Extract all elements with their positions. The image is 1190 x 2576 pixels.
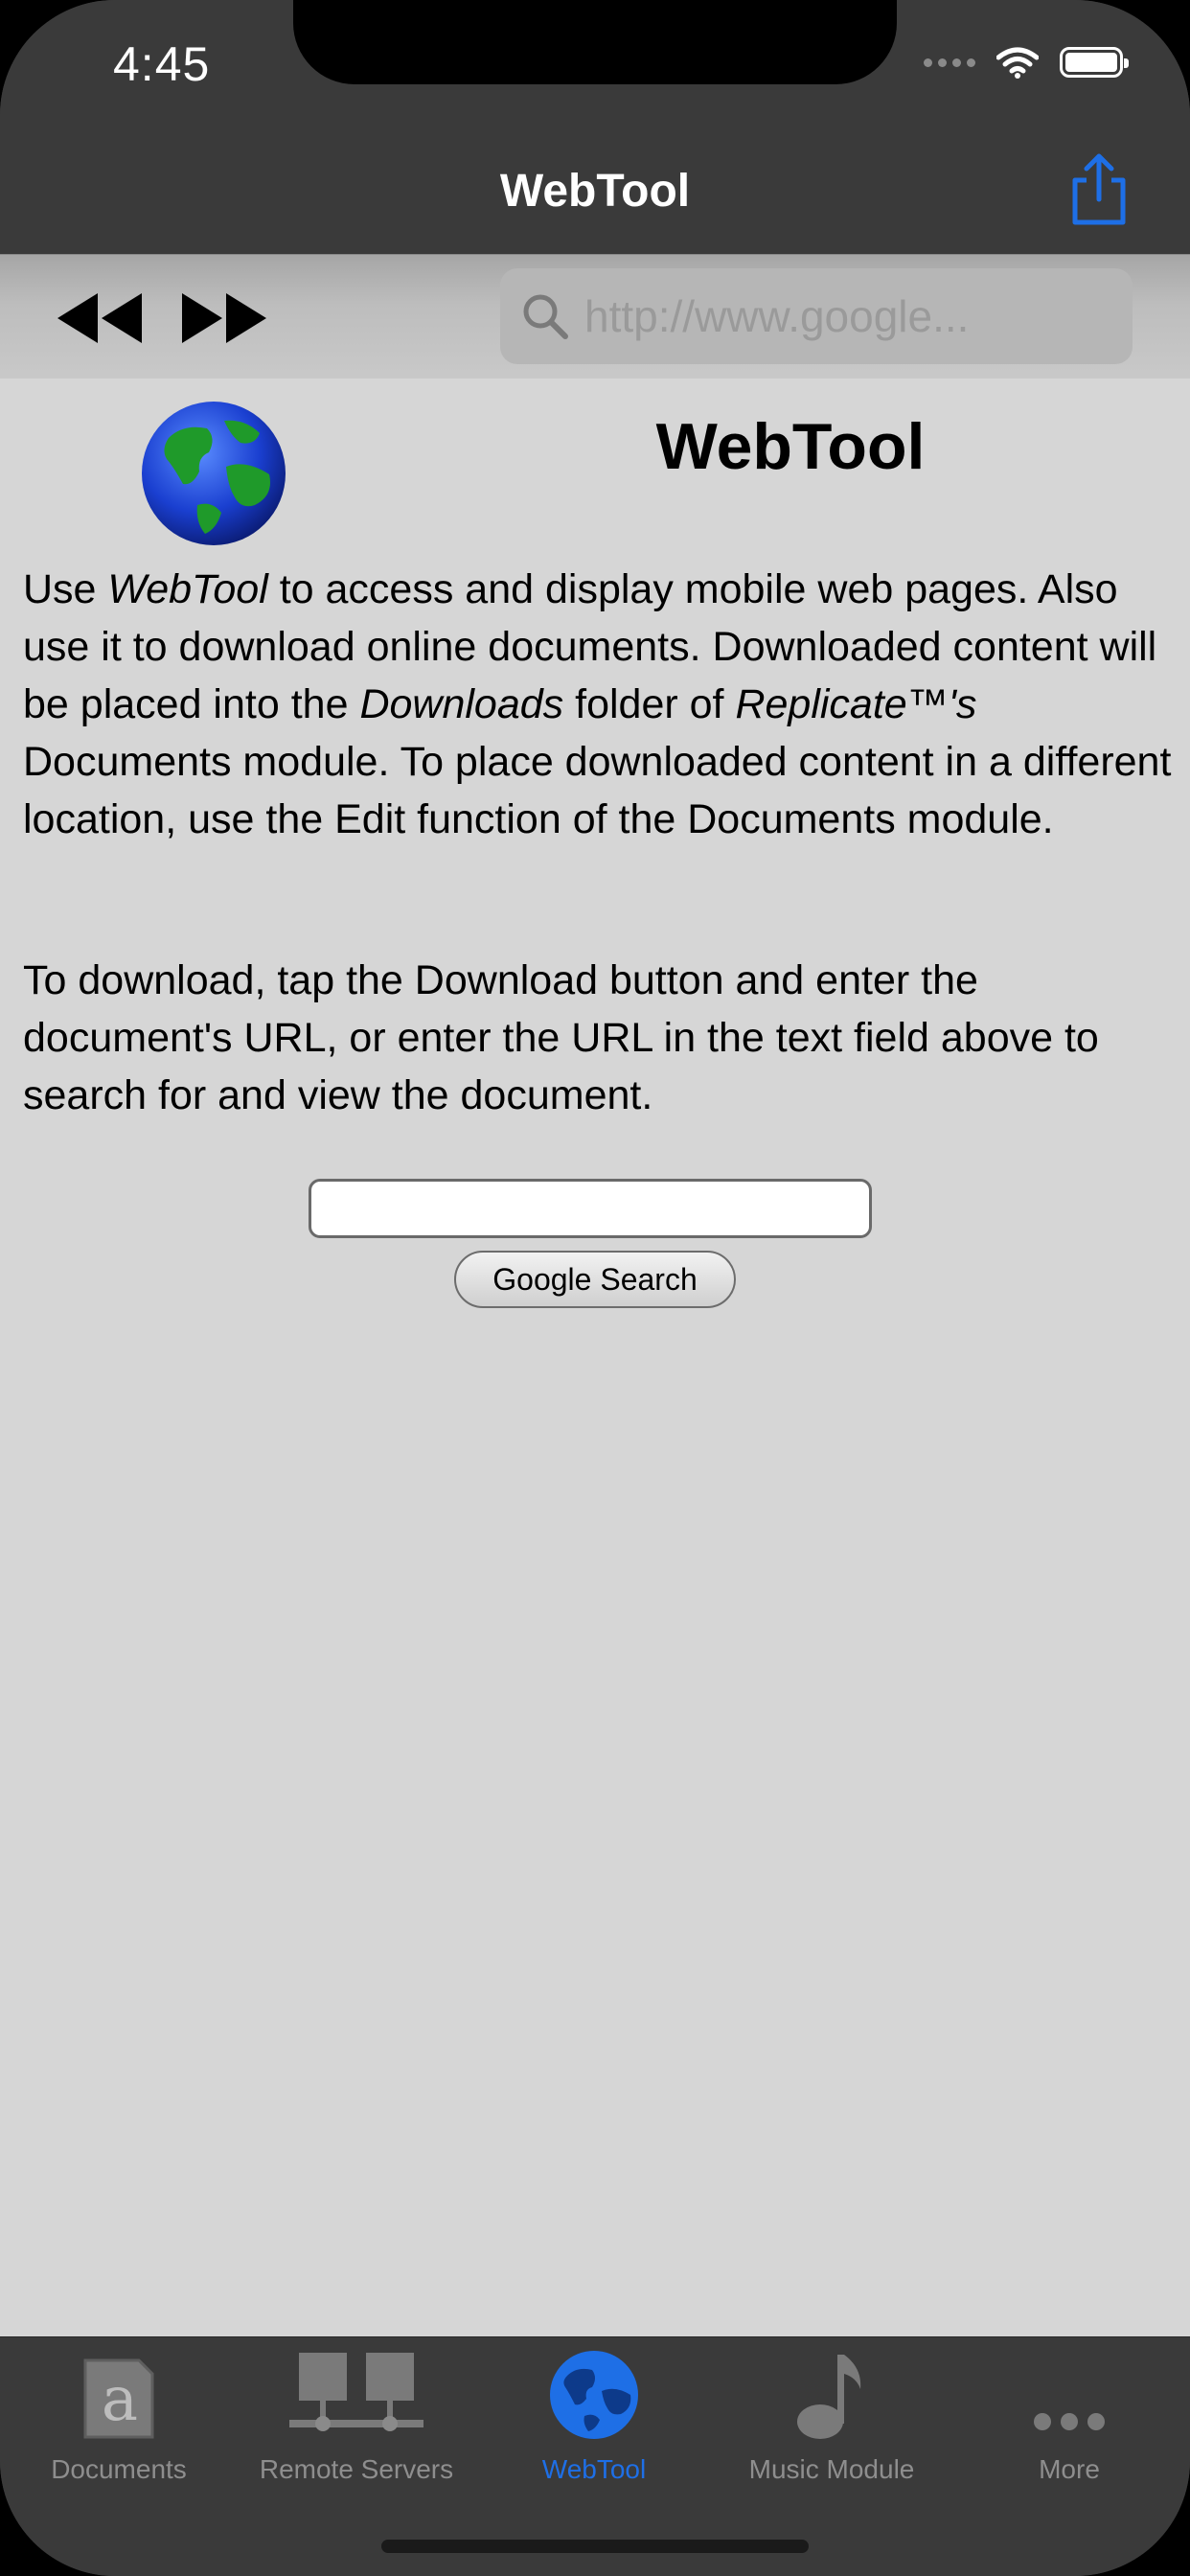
share-icon [1072, 153, 1126, 225]
nav-title: WebTool [499, 166, 691, 217]
status-bar: 4:45 [0, 0, 1190, 134]
forward-button[interactable] [180, 291, 268, 345]
tab-music-module[interactable]: Music Module [713, 2337, 950, 2491]
svg-text:a: a [102, 2364, 138, 2435]
url-input[interactable] [583, 289, 1123, 343]
intro-paragraph: Use WebTool to access and display mobile… [23, 561, 1173, 848]
web-content: WebTool Use WebTool to access and displa… [0, 379, 1190, 2336]
notch [293, 0, 897, 84]
tab-label: More [1039, 2454, 1100, 2484]
back-button[interactable] [56, 291, 144, 345]
google-search-button[interactable]: Google Search [454, 1251, 736, 1308]
google-search-input[interactable] [309, 1179, 872, 1238]
status-time: 4:45 [113, 37, 211, 91]
text-segment: folder of [563, 681, 736, 727]
download-instructions: To download, tap the Download button and… [23, 957, 1099, 1118]
home-indicator[interactable] [381, 2540, 809, 2553]
downloads-italic: Downloads [359, 681, 564, 727]
tab-documents[interactable]: a Documents [0, 2337, 238, 2491]
tab-webtool[interactable]: WebTool [475, 2337, 713, 2491]
battery-icon [1060, 47, 1129, 78]
tab-label: Music Module [748, 2454, 915, 2484]
music-note-icon [797, 2355, 861, 2439]
share-button[interactable] [1065, 151, 1133, 228]
browser-toolbar [0, 254, 1190, 380]
tab-label: Remote Servers [259, 2454, 454, 2484]
globe-tab-icon [550, 2351, 638, 2439]
documents-icon: a [83, 2358, 154, 2439]
rewind-icon [57, 293, 142, 343]
wifi-icon [996, 47, 1039, 79]
signal-icon [924, 58, 975, 67]
globe-icon [142, 402, 286, 545]
status-icons [924, 46, 1129, 79]
page-heading: WebTool [655, 410, 926, 483]
more-icon [1034, 2413, 1105, 2430]
servers-icon [289, 2353, 423, 2431]
tab-remote-servers[interactable]: Remote Servers [238, 2337, 475, 2491]
text-segment: Documents module. To place downloaded co… [23, 739, 1172, 842]
search-icon [523, 294, 568, 339]
url-field[interactable] [500, 268, 1133, 364]
tab-label: Documents [51, 2454, 187, 2484]
tab-more[interactable]: More [950, 2337, 1188, 2491]
text-segment: Use [23, 566, 108, 612]
navigation-bar: WebTool [0, 134, 1190, 254]
tab-label: WebTool [541, 2454, 647, 2484]
phone-screen: 4:45 WebTool http://www.google... WebToo… [0, 0, 1190, 2576]
fast-forward-icon [182, 293, 266, 343]
replicate-italic: Replicate™'s [735, 681, 977, 727]
webtool-italic: WebTool [107, 566, 268, 612]
